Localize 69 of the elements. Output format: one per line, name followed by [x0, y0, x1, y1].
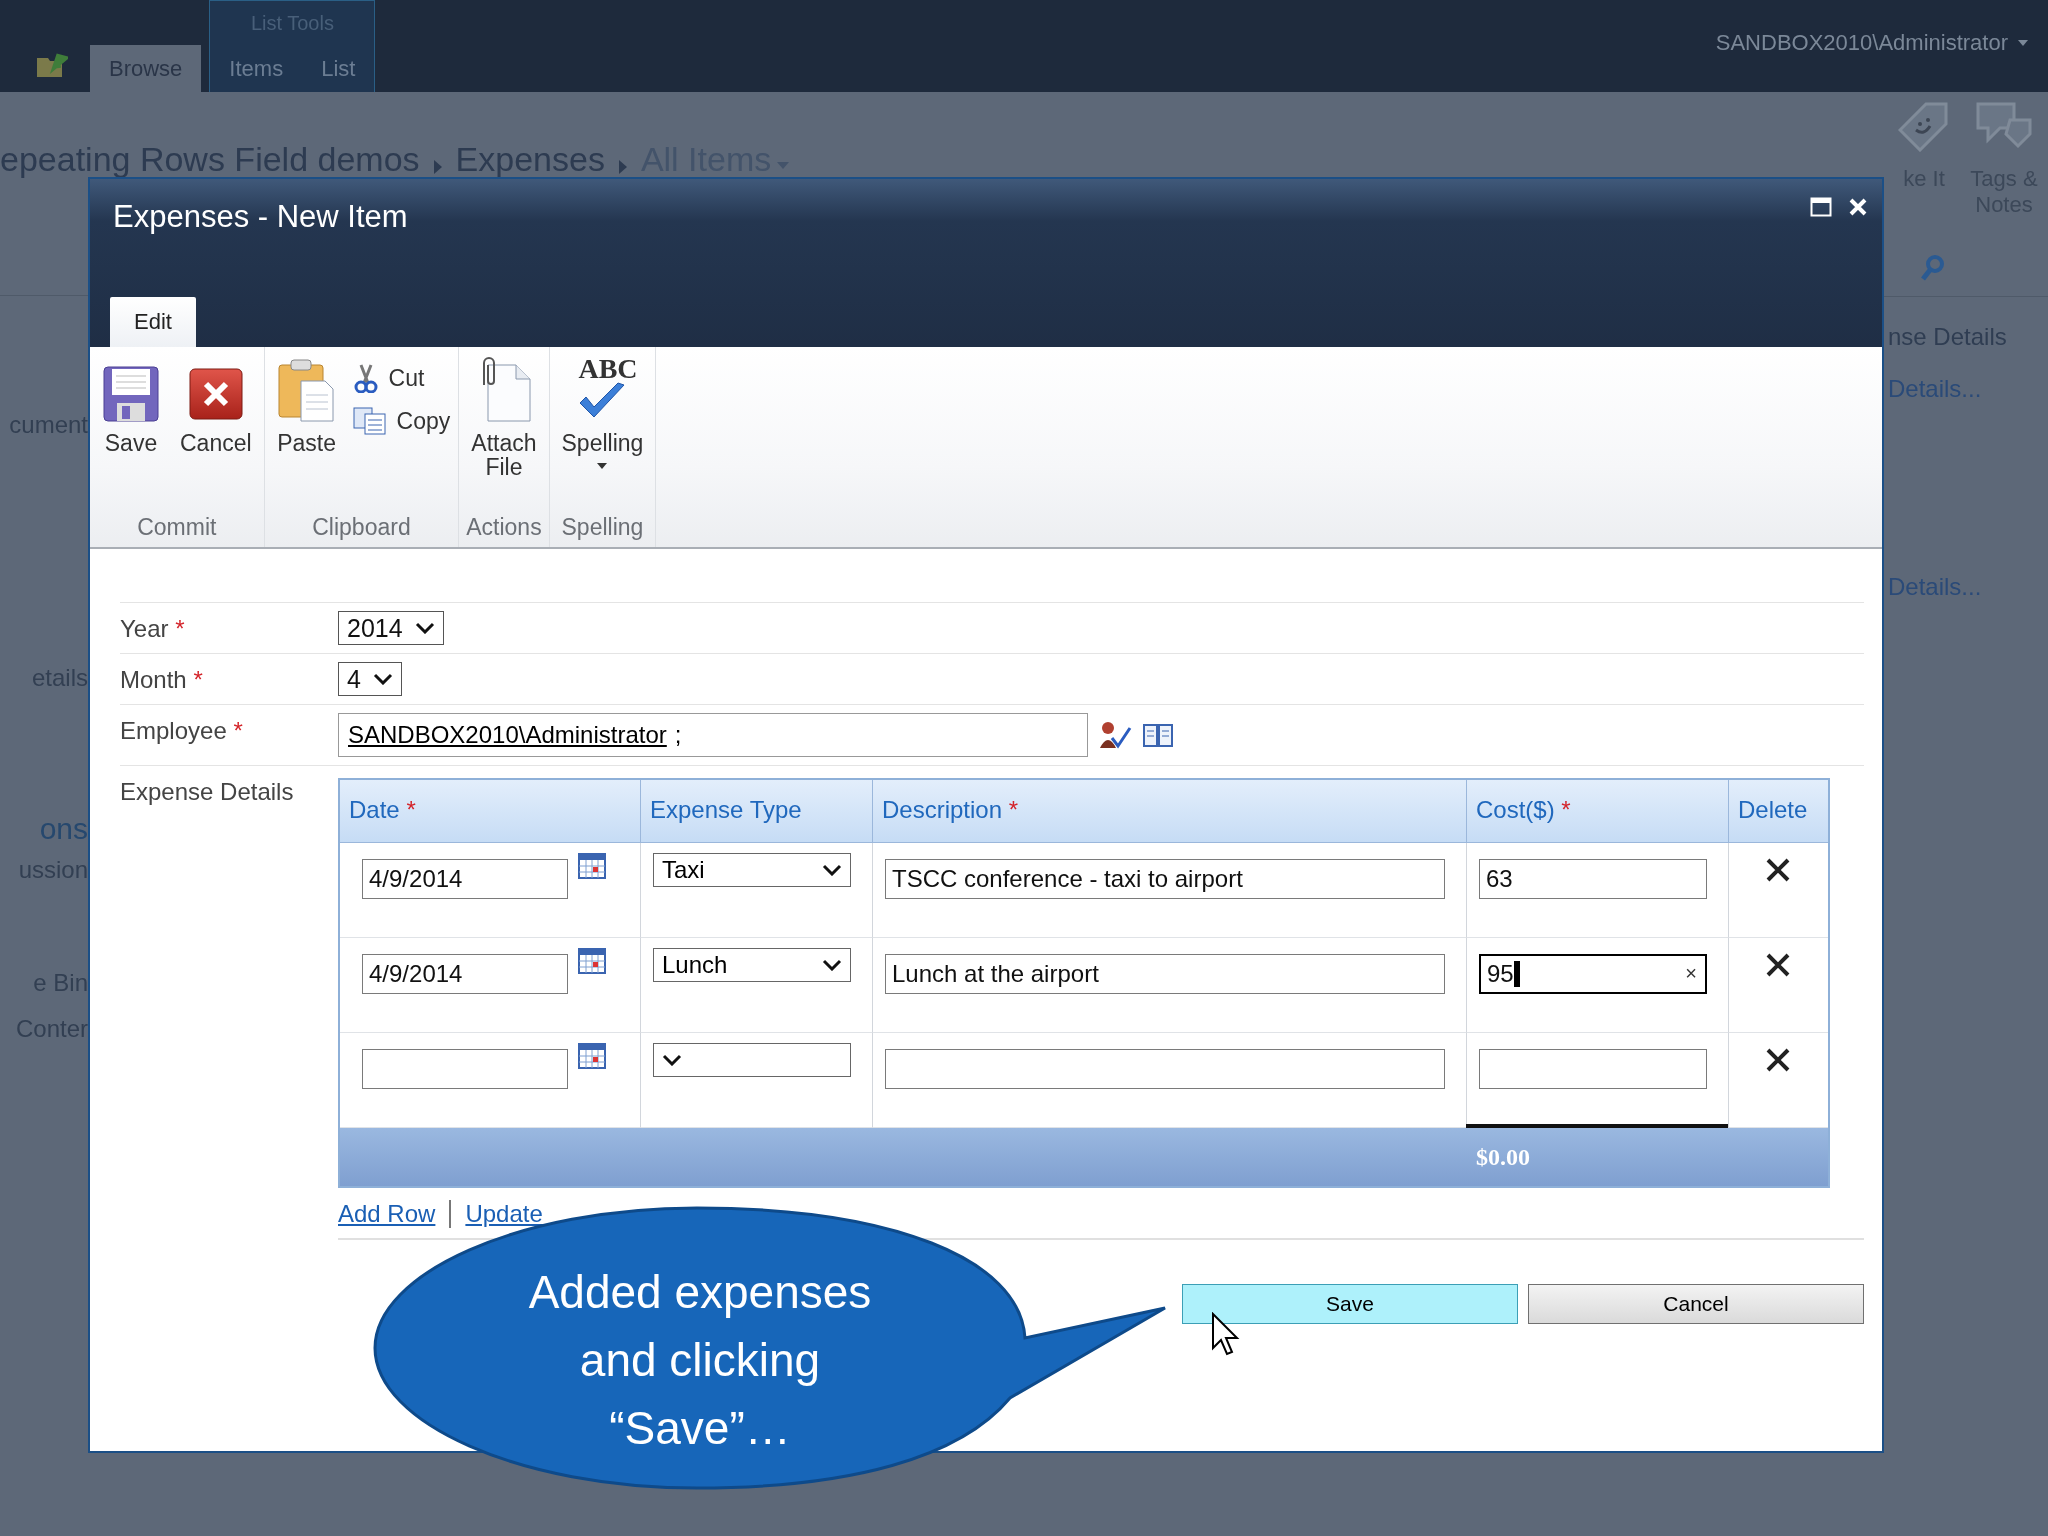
maximize-icon[interactable]	[1810, 197, 1832, 217]
check-names-icon[interactable]	[1098, 720, 1132, 750]
save-button[interactable]: Save	[1182, 1284, 1518, 1324]
delete-icon[interactable]	[1765, 952, 1791, 978]
calendar-icon[interactable]	[578, 853, 606, 879]
description-field[interactable]: Lunch at the airport	[885, 954, 1445, 994]
calendar-icon[interactable]	[578, 1043, 606, 1069]
address-book-icon[interactable]	[1142, 722, 1174, 748]
group-label: Spelling	[560, 514, 645, 542]
ribbon-button[interactable]: Copy	[348, 407, 455, 435]
chevron-right-icon	[433, 160, 442, 174]
dropdown[interactable]: 2014	[338, 611, 444, 645]
chevron-down-icon	[662, 1054, 682, 1066]
chevron-down-icon	[372, 673, 393, 685]
cancel-icon	[186, 365, 245, 423]
group-label: Commit	[136, 514, 218, 542]
ribbon-button[interactable]: Cut	[348, 363, 455, 393]
folder-up-icon[interactable]	[36, 52, 68, 78]
caret-icon	[777, 162, 790, 169]
description-field[interactable]	[885, 1049, 1445, 1089]
group-label: Actions	[465, 514, 543, 542]
ribbon-button[interactable]: Save	[94, 357, 168, 514]
clipboard-icon	[276, 357, 337, 423]
chevron-down-icon	[822, 864, 842, 876]
expense-type-dropdown[interactable]	[653, 1043, 851, 1077]
field-label: Expense Details	[120, 777, 295, 807]
calendar-icon[interactable]	[578, 948, 606, 974]
ribbon-button[interactable]: Paste	[268, 357, 345, 514]
chevron-right-icon	[618, 160, 627, 174]
column-header: Description *	[872, 780, 1466, 842]
user-menu[interactable]: SANDBOX2010\Administrator	[1715, 30, 2008, 56]
delete-icon[interactable]	[1765, 857, 1791, 883]
scissors-icon	[352, 363, 379, 393]
date-field[interactable]: 4/9/2014	[362, 954, 568, 994]
cancel-button[interactable]: Cancel	[1528, 1284, 1864, 1324]
dropdown[interactable]: 4	[338, 662, 402, 696]
field-label: Year *	[120, 614, 186, 644]
link[interactable]: Add Row	[338, 1200, 436, 1228]
expense-type-dropdown[interactable]: Lunch	[653, 948, 851, 982]
group-label: Clipboard	[311, 514, 412, 542]
ribbon-button[interactable]: Attach File	[463, 357, 545, 514]
field-label: Month *	[120, 665, 204, 695]
copy-icon	[352, 407, 387, 435]
description-field[interactable]: TSCC conference - taxi to airport	[885, 859, 1445, 899]
dialog-title: Expenses - New Item	[113, 199, 408, 235]
date-field[interactable]: 4/9/2014	[362, 859, 568, 899]
cost-field[interactable]	[1479, 1049, 1707, 1089]
total-text: $0.00	[1476, 1143, 1530, 1171]
chevron-down-icon	[822, 959, 842, 971]
column-header: Delete	[1728, 780, 1828, 842]
date-field[interactable]	[362, 1049, 568, 1089]
delete-icon[interactable]	[1765, 1047, 1791, 1073]
cost-field[interactable]: 95 ×	[1479, 954, 1707, 994]
people-picker-field[interactable]: SANDBOX2010\Administrator ;	[338, 713, 1088, 757]
ribbon-button[interactable]: Cancel	[172, 357, 260, 514]
cost-field[interactable]: 63	[1479, 859, 1707, 899]
column-header: Cost($) *	[1466, 780, 1728, 842]
clear-button[interactable]: ×	[1685, 962, 1697, 985]
close-icon[interactable]	[1848, 197, 1868, 217]
expense-type-dropdown[interactable]: Taxi	[653, 853, 851, 887]
mouse-pointer-icon	[1211, 1312, 1241, 1358]
chevron-down-icon	[414, 622, 435, 634]
callout-text: Added expenses and clicking “Save”…	[527, 1265, 873, 1456]
field-label: Employee *	[120, 716, 244, 746]
column-header: Date *	[348, 795, 417, 825]
ribbon-tab[interactable]: Edit	[110, 297, 196, 347]
tag-icon[interactable]	[1898, 100, 1950, 152]
column-header: Expense Type	[640, 780, 872, 842]
caret-icon	[2018, 40, 2028, 46]
